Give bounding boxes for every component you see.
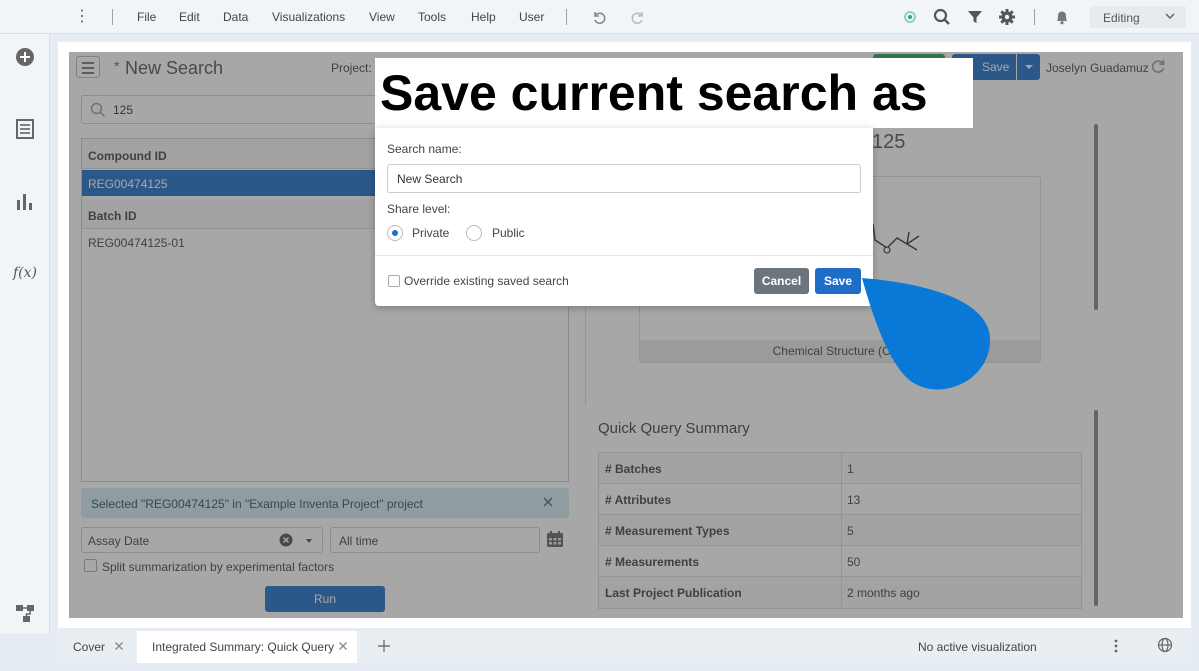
add-circle-icon[interactable] (14, 46, 36, 68)
tab-integrated-summary[interactable]: Integrated Summary: Quick Query (137, 631, 357, 663)
dialog-title: Save current search as (380, 65, 928, 121)
tab-label: Integrated Summary: Quick Query (152, 640, 335, 654)
menu-tools[interactable]: Tools (418, 10, 446, 24)
private-radio[interactable] (387, 225, 403, 241)
bar-chart-icon[interactable] (14, 190, 36, 212)
search-name-input[interactable]: New Search (387, 164, 861, 193)
app-menu-kebab-icon[interactable]: ⋮ (74, 8, 90, 26)
private-radio-label[interactable]: Private (412, 226, 449, 240)
filter-icon[interactable] (965, 7, 985, 27)
click-pointer-icon (862, 278, 990, 390)
close-icon[interactable] (337, 640, 349, 652)
menu-view[interactable]: View (369, 10, 395, 24)
globe-icon[interactable] (1157, 637, 1173, 653)
cancel-button[interactable]: Cancel (754, 268, 809, 294)
menu-file[interactable]: File (137, 10, 156, 24)
dialog-divider (375, 255, 873, 256)
chevron-down-icon (1165, 13, 1175, 20)
menu-help[interactable]: Help (471, 10, 496, 24)
search-icon[interactable] (932, 7, 952, 27)
add-tab-icon[interactable] (376, 638, 392, 654)
share-level-label: Share level: (387, 202, 451, 216)
mode-select[interactable]: Editing (1090, 6, 1186, 28)
save-search-dialog: Search name: New Search Share level: Pri… (375, 128, 873, 306)
bell-icon[interactable] (1052, 7, 1072, 27)
search-name-label: Search name: (387, 142, 462, 156)
mode-select-value: Editing (1103, 11, 1140, 25)
public-radio[interactable] (466, 225, 482, 241)
menu-visualizations[interactable]: Visualizations (272, 10, 345, 24)
function-icon[interactable]: f(x) (13, 262, 37, 284)
menubar-separator (1034, 9, 1035, 25)
close-icon[interactable] (113, 640, 125, 652)
menubar-separator (566, 9, 567, 25)
tab-cover[interactable]: Cover (58, 631, 136, 663)
tab-label: Cover (73, 640, 106, 654)
undo-icon[interactable] (589, 7, 609, 27)
menu-edit[interactable]: Edit (179, 10, 200, 24)
visualization-status: No active visualization (918, 640, 1037, 654)
gear-icon[interactable] (997, 7, 1017, 27)
status-indicator-icon (900, 7, 920, 27)
override-checkbox[interactable] (388, 275, 400, 287)
data-table-icon[interactable] (14, 118, 36, 140)
menu-data[interactable]: Data (223, 10, 248, 24)
more-options-icon[interactable] (1110, 638, 1122, 654)
menu-user[interactable]: User (519, 10, 544, 24)
menubar-separator (112, 9, 113, 25)
dialog-save-button[interactable]: Save (815, 268, 861, 294)
redo-icon[interactable] (628, 7, 648, 27)
left-rail: f(x) (0, 34, 50, 634)
public-radio-label[interactable]: Public (492, 226, 525, 240)
workflow-icon[interactable] (14, 602, 36, 624)
override-checkbox-label[interactable]: Override existing saved search (404, 274, 569, 288)
top-menubar: ⋮ File Edit Data Visualizations View Too… (0, 0, 1199, 34)
